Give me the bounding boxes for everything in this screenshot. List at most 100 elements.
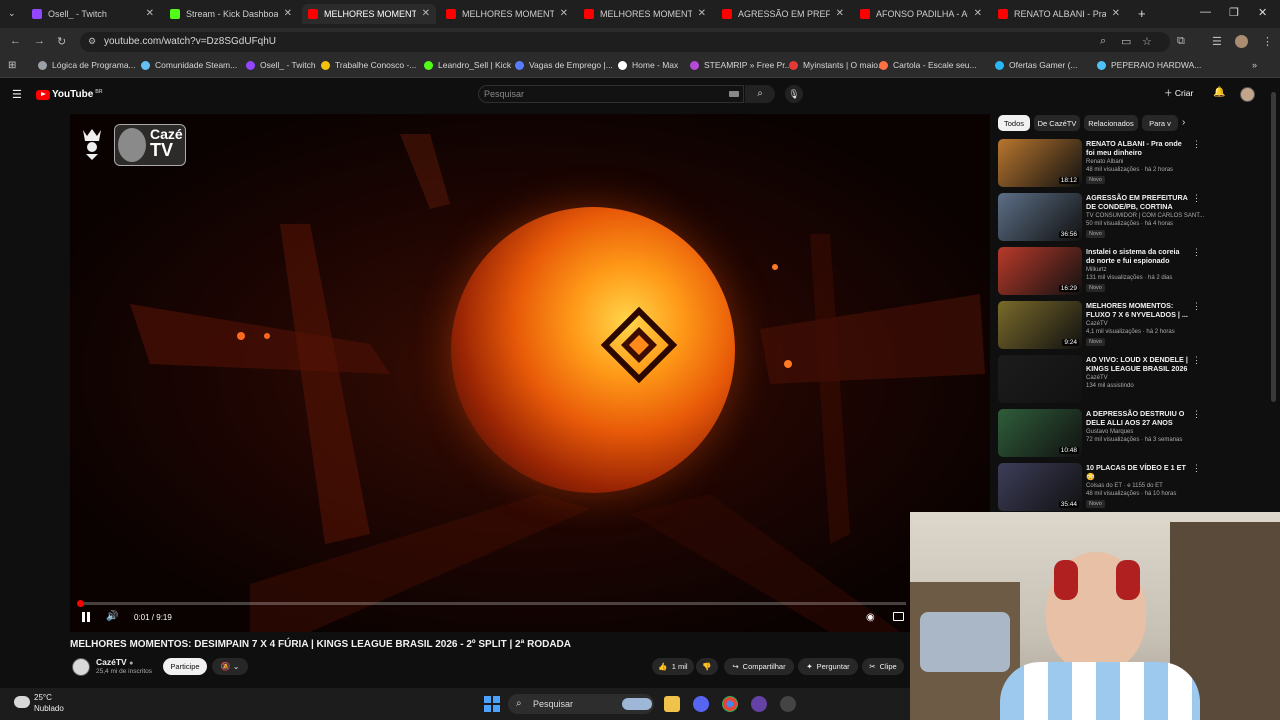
url-text[interactable]: youtube.com/watch?v=Dz8SGdUFqhU: [104, 36, 276, 47]
join-button[interactable]: Participe: [163, 658, 207, 675]
recommended-video-title[interactable]: MELHORES MOMENTOS: FLUXO 7 X 6 NYVELADOS…: [1086, 301, 1190, 319]
recommended-video-channel[interactable]: TV CONSUMIDOR | COM CARLOS SANT...: [1086, 213, 1204, 219]
more-actions-icon[interactable]: ⋮: [1192, 247, 1201, 258]
video-thumbnail[interactable]: 35:44: [998, 463, 1082, 511]
create-button[interactable]: ＋ Criar: [1164, 87, 1193, 99]
bookmark-star-icon[interactable]: ☆: [1142, 35, 1152, 48]
recommended-video-title[interactable]: AO VIVO: LOUD X DENDELE | KINGS LEAGUE B…: [1086, 355, 1190, 374]
profile-avatar[interactable]: [1235, 35, 1248, 48]
weather-description[interactable]: Nublado: [34, 704, 64, 713]
ask-button[interactable]: ✦ Perguntar: [798, 658, 858, 675]
seek-bar-handle[interactable]: [76, 600, 84, 607]
voice-search-button[interactable]: 🎙: [785, 85, 803, 103]
more-actions-icon[interactable]: ⋮: [1192, 193, 1201, 204]
zoom-icon[interactable]: ⌕: [1100, 35, 1106, 48]
twitch-app-icon[interactable]: [751, 696, 767, 712]
browser-tab[interactable]: AGRESSÃO EM PREFEITU ✕: [716, 4, 850, 24]
dislike-button[interactable]: 👎: [696, 658, 718, 675]
reading-list-icon[interactable]: ☰: [1212, 35, 1222, 48]
bookmark-item[interactable]: Vagas de Emprego |...: [515, 60, 613, 70]
tab-close-icon[interactable]: ✕: [560, 8, 568, 19]
recommended-video[interactable]: 18:12 RENATO ALBANI - Pra onde foi meu di…: [998, 139, 1201, 189]
more-actions-icon[interactable]: ⋮: [1192, 355, 1201, 366]
extensions-icon[interactable]: ⧉: [1177, 35, 1185, 48]
apps-grid-icon[interactable]: ⊞: [8, 60, 16, 71]
browser-tab[interactable]: MELHORES MOMENTOS: ✕: [440, 4, 574, 24]
bookmark-item[interactable]: Osell_ - Twitch: [246, 60, 316, 70]
filter-chip[interactable]: De CazéTV: [1034, 115, 1080, 131]
like-button[interactable]: 👍 1 mil: [652, 658, 694, 675]
close-window-icon[interactable]: ✕: [1258, 6, 1267, 19]
subscribed-button[interactable]: 🔕 ⌄: [212, 658, 248, 675]
video-thumbnail[interactable]: 9:24: [998, 301, 1082, 349]
reload-icon[interactable]: ↻: [57, 35, 66, 48]
more-bookmarks-icon[interactable]: »: [1252, 60, 1257, 70]
more-actions-icon[interactable]: ⋮: [1192, 139, 1201, 150]
chrome-icon[interactable]: [722, 696, 738, 712]
bookmark-item[interactable]: Cartola - Escale seu...: [879, 60, 977, 70]
recommended-video[interactable]: 9:24 MELHORES MOMENTOS: FLUXO 7 X 6 NYVEL…: [998, 301, 1201, 351]
more-actions-icon[interactable]: ⋮: [1192, 301, 1201, 312]
tab-close-icon[interactable]: ✕: [698, 8, 706, 19]
video-thumbnail[interactable]: 10:48: [998, 409, 1082, 457]
autoplay-toggle-icon[interactable]: ◉: [866, 612, 875, 623]
tab-close-icon[interactable]: ✕: [1112, 8, 1120, 19]
recommended-video-title[interactable]: RENATO ALBANI - Pra onde foi meu dinheir…: [1086, 139, 1190, 157]
recommended-video[interactable]: 16:29 Instalei o sistema da coreia do nor…: [998, 247, 1201, 297]
restore-icon[interactable]: ❐: [1229, 6, 1239, 19]
share-button[interactable]: ↪ Compartilhar: [724, 658, 794, 675]
browser-tab[interactable]: RENATO ALBANI - Pra on ✕: [992, 4, 1126, 24]
browser-tab[interactable]: Osell_ - Twitch ✕: [26, 4, 160, 24]
recommended-video-channel[interactable]: Milkurtz: [1086, 267, 1107, 273]
tab-close-icon[interactable]: ✕: [836, 8, 844, 19]
discord-icon[interactable]: [693, 696, 709, 712]
channel-name[interactable]: CazéTV ●: [96, 657, 133, 667]
guide-menu-icon[interactable]: ☰: [12, 88, 22, 101]
taskbar-widget-icon[interactable]: [622, 698, 652, 710]
recommended-video-channel[interactable]: Coisas do ET · e 1155 do ET: [1086, 483, 1163, 489]
bookmark-item[interactable]: Myinstants | O maio...: [789, 60, 885, 70]
windows-start-icon[interactable]: [484, 696, 500, 712]
chevron-right-icon[interactable]: ›: [1182, 117, 1185, 128]
recommended-video-channel[interactable]: Gustavo Marques: [1086, 429, 1133, 435]
browser-tab[interactable]: AFONSO PADILHA - ACAI ✕: [854, 4, 988, 24]
recommended-video-title[interactable]: 10 PLACAS DE VÍDEO E 1 ET 😳: [1086, 463, 1190, 481]
recommended-video-channel[interactable]: CazéTV: [1086, 321, 1108, 327]
bookmark-item[interactable]: PEPERAIO HARDWA...: [1097, 60, 1201, 70]
more-actions-icon[interactable]: ⋮: [1192, 463, 1201, 474]
video-player[interactable]: [70, 114, 990, 632]
keyboard-icon[interactable]: [729, 91, 739, 97]
new-tab-icon[interactable]: +: [1138, 6, 1146, 21]
site-info-icon[interactable]: ⚙: [88, 36, 96, 47]
volume-icon[interactable]: 🔊: [106, 611, 118, 622]
bookmark-item[interactable]: Trabalhe Conosco -...: [321, 60, 416, 70]
bookmark-item[interactable]: Lógica de Programa...: [38, 60, 136, 70]
theater-mode-icon[interactable]: [893, 612, 904, 621]
search-button[interactable]: ⌕: [745, 85, 775, 103]
seek-bar[interactable]: [76, 600, 906, 607]
tab-close-icon[interactable]: ✕: [284, 8, 292, 19]
browser-tab[interactable]: Stream - Kick Dashboard ✕: [164, 4, 298, 24]
cast-icon[interactable]: ▭: [1121, 35, 1131, 48]
recommended-video-channel[interactable]: Renato Albani: [1086, 159, 1123, 165]
tab-search-chevron-icon[interactable]: ⌄: [8, 8, 16, 19]
channel-avatar[interactable]: [72, 658, 90, 676]
file-explorer-icon[interactable]: [664, 696, 680, 712]
account-avatar[interactable]: [1240, 87, 1255, 102]
recommended-video[interactable]: 10:48 A DEPRESSÃO DESTRUIU O DELE ALLI AO…: [998, 409, 1201, 459]
filter-chip[interactable]: Todos: [998, 115, 1030, 131]
bookmark-item[interactable]: Ofertas Gamer (...: [995, 60, 1078, 70]
more-actions-icon[interactable]: ⋮: [1192, 409, 1201, 420]
recommended-video[interactable]: 36:56 AGRESSÃO EM PREFEITURA DE CONDE/PB,…: [998, 193, 1204, 243]
tab-close-icon[interactable]: ✕: [422, 8, 430, 19]
browser-tab[interactable]: MELHORES MOMENTOS: ✕: [578, 4, 712, 24]
recommended-video-title[interactable]: A DEPRESSÃO DESTRUIU O DELE ALLI AOS 27 …: [1086, 409, 1190, 427]
filter-chip[interactable]: Para v: [1142, 115, 1178, 131]
obs-icon[interactable]: [780, 696, 796, 712]
filter-chip[interactable]: Relacionados: [1084, 115, 1138, 131]
weather-temperature[interactable]: 25°C: [34, 693, 52, 702]
recommended-video-title[interactable]: Instalei o sistema da coreia do norte e …: [1086, 247, 1190, 265]
tab-close-icon[interactable]: ✕: [974, 8, 982, 19]
browser-menu-icon[interactable]: ⋮: [1262, 35, 1273, 48]
back-icon[interactable]: ←: [10, 35, 21, 47]
